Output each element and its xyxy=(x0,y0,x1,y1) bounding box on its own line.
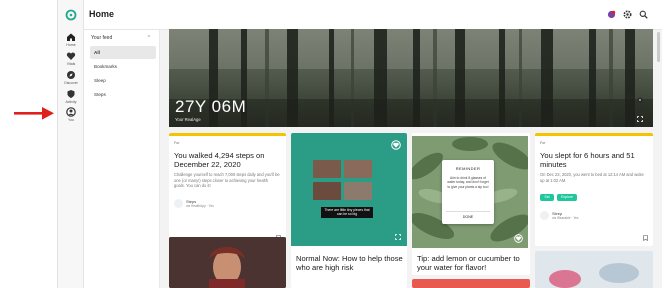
reminder-done-button[interactable]: DONE xyxy=(442,215,494,219)
article-card-partial[interactable] xyxy=(535,251,653,288)
feed-panel: Your feed ⌃ All Bookmarks Sleep Steps xyxy=(84,30,160,288)
set-button[interactable]: Set xyxy=(540,194,554,201)
feed-item-all[interactable]: All xyxy=(90,46,156,59)
rail-item-home[interactable]: Home xyxy=(58,32,84,47)
steps-card[interactable]: For You walked 4,294 steps on December 2… xyxy=(169,133,286,246)
tip-card[interactable]: REMINDER Aim to drink 8 glasses of water… xyxy=(412,133,530,275)
app-logo-icon xyxy=(65,9,77,21)
video-participant xyxy=(344,182,372,200)
chevron-up-icon: ⌃ xyxy=(146,35,151,41)
card-headline: Tip: add lemon or cucumber to your water… xyxy=(417,254,520,272)
expand-icon[interactable] xyxy=(637,116,643,122)
home-icon xyxy=(67,33,75,41)
scrollbar[interactable] xyxy=(657,32,660,62)
card-body: On Dec 23, 2020, you went to bed at 12:1… xyxy=(540,172,644,183)
feed-item-steps[interactable]: Steps xyxy=(90,88,156,101)
hero-caption: Your RealAge xyxy=(175,117,201,122)
divider xyxy=(446,211,490,212)
source-sub: via Wearable · Yes xyxy=(552,216,579,220)
sleep-card[interactable]: For You slept for 6 hours and 51 minutes… xyxy=(535,133,653,246)
video-participant xyxy=(313,182,341,200)
main-content: 27Y 06M Your RealAge For You walked 4,29… xyxy=(169,29,653,288)
reminder-title: REMINDER xyxy=(455,166,481,171)
rail-label: Discover xyxy=(64,81,78,85)
person-icon xyxy=(66,107,76,117)
hero-banner[interactable]: 27Y 06M Your RealAge xyxy=(169,29,653,127)
toolbar-icons xyxy=(607,10,648,19)
rail-label: Vitals xyxy=(66,62,76,66)
gear-icon[interactable] xyxy=(623,10,632,19)
search-icon[interactable] xyxy=(639,10,648,19)
rail-label: Home xyxy=(66,43,76,47)
app-window: Home Vitals Discover Activity You Home Y… xyxy=(57,0,662,288)
video-card[interactable]: There are little tiny pieces that can be… xyxy=(291,133,407,288)
nav-rail: Home Vitals Discover Activity You xyxy=(58,0,84,288)
top-bar: Home xyxy=(84,0,662,30)
page-title: Home xyxy=(89,9,115,19)
reminder-dialog: REMINDER Aim to drink 8 glasses of water… xyxy=(442,160,494,224)
source-sub: via HealthApp · Yes xyxy=(186,204,214,208)
compass-icon xyxy=(67,71,75,79)
video-caption: There are little tiny pieces that can be… xyxy=(321,207,373,218)
card-kicker: For xyxy=(540,141,546,145)
expand-icon[interactable] xyxy=(395,234,401,240)
video-brand-icon xyxy=(514,234,523,243)
person-photo xyxy=(169,237,286,288)
reminder-body: Aim to drink 8 glasses of water today, a… xyxy=(447,176,489,189)
card-accent-bar xyxy=(535,133,653,136)
video-participant xyxy=(344,160,372,178)
video-thumbnail[interactable]: There are little tiny pieces that can be… xyxy=(291,136,407,246)
article-photo xyxy=(535,251,653,288)
explore-button[interactable]: Explore xyxy=(557,194,577,201)
card-kicker: For xyxy=(174,141,180,145)
notification-icon[interactable] xyxy=(607,10,616,19)
rail-label: Activity xyxy=(65,100,77,104)
card-headline: You slept for 6 hours and 51 minutes xyxy=(540,151,635,169)
feed-header[interactable]: Your feed ⌃ xyxy=(91,35,157,41)
heart-icon xyxy=(66,52,76,60)
rail-label: You xyxy=(68,118,74,122)
rail-item-discover[interactable]: Discover xyxy=(58,70,84,85)
hero-value: 27Y 06M xyxy=(175,97,247,116)
card-headline: You walked 4,294 steps on December 22, 2… xyxy=(174,151,265,169)
shield-icon xyxy=(67,90,75,98)
plant-image: REMINDER Aim to drink 8 glasses of water… xyxy=(412,136,528,248)
more-icon[interactable] xyxy=(637,97,643,103)
card-headline: Normal Now: How to help those who are hi… xyxy=(296,254,403,272)
article-image-card[interactable] xyxy=(169,237,286,288)
card-body: Challenge yourself to reach 7,000 steps … xyxy=(174,172,280,189)
card-source: Steps via HealthApp · Yes xyxy=(174,199,214,208)
feed-item-bookmarks[interactable]: Bookmarks xyxy=(90,60,156,73)
rail-item-vitals[interactable]: Vitals xyxy=(58,51,84,66)
red-arrow-annotation xyxy=(14,107,54,120)
video-brand-icon xyxy=(391,140,401,150)
steps-icon xyxy=(174,199,183,208)
rail-item-you[interactable]: You xyxy=(58,107,84,122)
card-source: Sleep via Wearable · Yes xyxy=(540,211,579,220)
feed-item-sleep[interactable]: Sleep xyxy=(90,74,156,87)
article-card-partial[interactable] xyxy=(412,279,530,288)
feed-header-label: Your feed xyxy=(91,35,113,41)
video-participant xyxy=(313,160,341,178)
rail-item-activity[interactable]: Activity xyxy=(58,89,84,104)
sleep-icon xyxy=(540,211,549,220)
card-accent-bar xyxy=(169,133,286,136)
bookmark-icon[interactable] xyxy=(643,235,648,241)
